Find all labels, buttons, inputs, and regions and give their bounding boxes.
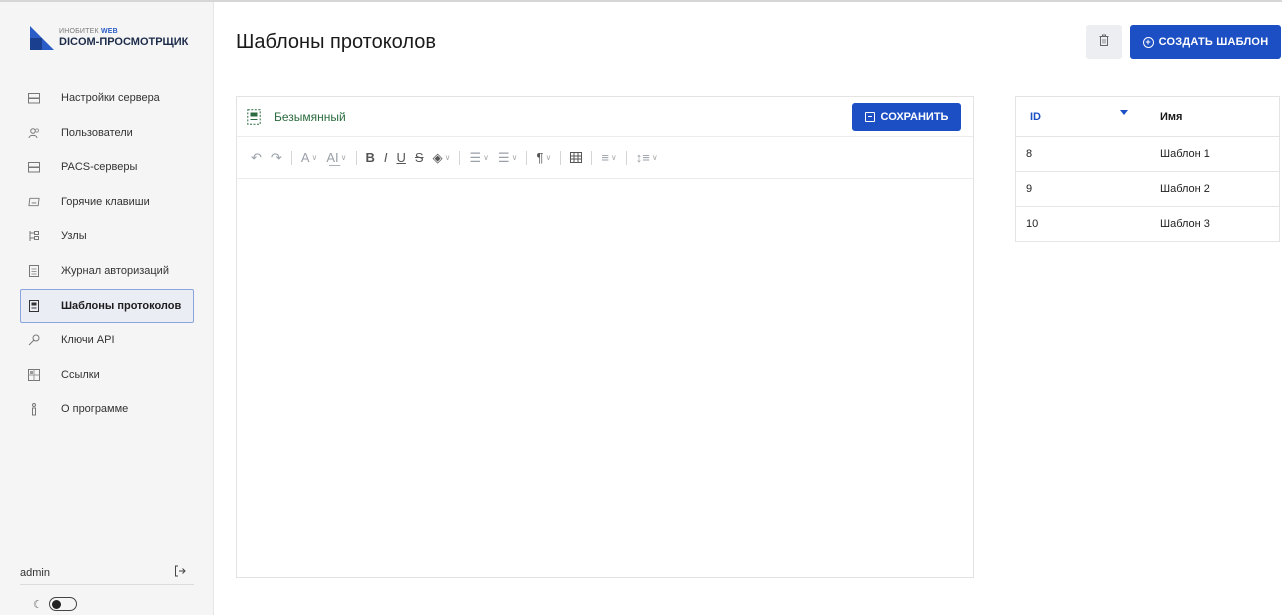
- theme-toggle[interactable]: [48, 597, 77, 611]
- moon-icon: ☾: [33, 598, 43, 611]
- sidebar-item-links[interactable]: Ссылки: [20, 358, 194, 392]
- sidebar-nav: Настройки сервера Пользователи PACS-серв…: [20, 81, 194, 427]
- bold-icon[interactable]: B: [366, 150, 375, 165]
- sidebar-item-label: Горячие клавиши: [61, 195, 150, 208]
- sidebar-item-about[interactable]: О программе: [20, 392, 194, 426]
- save-label: СОХРАНИТЬ: [880, 111, 949, 123]
- toolbar-divider: [459, 150, 461, 165]
- table-row[interactable]: 9 Шаблон 2: [1016, 172, 1279, 207]
- info-icon: [28, 402, 40, 416]
- sidebar-item-label: Журнал авторизаций: [61, 264, 169, 277]
- sidebar-item-label: Ключи API: [61, 334, 115, 347]
- document-icon: [247, 108, 261, 125]
- create-template-label: СОЗДАТЬ ШАБЛОН: [1158, 36, 1269, 48]
- users-icon: [28, 127, 40, 139]
- table-row[interactable]: 10 Шаблон 3: [1016, 207, 1279, 242]
- template-editor: Безымянный СОХРАНИТЬ ↶ ↷ A ∨ A͟I ∨ B I U S…: [236, 96, 974, 578]
- page-title: Шаблоны протоколов: [236, 31, 436, 53]
- server-icon: [28, 92, 40, 104]
- redo-icon[interactable]: ↷: [271, 150, 282, 166]
- sidebar-item-auth-log[interactable]: Журнал авторизаций: [20, 254, 194, 288]
- cell-id: 9: [1026, 183, 1033, 195]
- app-logo[interactable]: ИНОБИТЕК WEB DICOM-ПРОСМОТРЩИК: [30, 22, 188, 54]
- delete-button[interactable]: [1086, 25, 1122, 59]
- server-icon: [28, 161, 40, 173]
- cell-name: Шаблон 1: [1160, 148, 1210, 160]
- sort-desc-icon[interactable]: [1120, 109, 1128, 115]
- toolbar-divider: [625, 150, 627, 165]
- underline-icon[interactable]: U: [397, 150, 406, 165]
- link-icon: [28, 368, 40, 381]
- cell-id: 8: [1026, 148, 1033, 160]
- log-icon: [28, 264, 40, 277]
- toolbar-divider: [290, 150, 292, 165]
- logo-title: DICOM-ПРОСМОТРЩИК: [59, 36, 189, 48]
- column-header-name[interactable]: Имя: [1120, 111, 1182, 123]
- font-family-dropdown[interactable]: A ∨: [301, 150, 318, 165]
- sidebar-item-label: Узлы: [61, 230, 87, 243]
- logo-mark-icon: [30, 26, 54, 50]
- cell-name: Шаблон 3: [1160, 218, 1210, 230]
- sidebar-item-pacs-servers[interactable]: PACS-серверы: [20, 150, 194, 184]
- sidebar-item-label: Ссылки: [61, 368, 100, 381]
- logout-icon[interactable]: [174, 565, 186, 580]
- keyboard-icon: [28, 196, 40, 208]
- plus-circle-icon: +: [1142, 36, 1154, 48]
- sidebar-item-label: Пользователи: [61, 126, 133, 139]
- sidebar-item-label: PACS-серверы: [61, 161, 138, 174]
- sidebar-item-label: Настройки сервера: [61, 92, 160, 104]
- theme-switcher: ☾: [33, 597, 77, 611]
- sidebar-item-server-settings[interactable]: Настройки сервера: [20, 81, 194, 115]
- key-icon: [28, 334, 40, 346]
- templates-table: ID Имя 8 Шаблон 1 9 Шаблон 2 10 Шаблон 3: [1015, 96, 1280, 242]
- sidebar-item-users[interactable]: Пользователи: [20, 116, 194, 150]
- table-icon[interactable]: [570, 152, 583, 163]
- paragraph-icon[interactable]: ¶ ∨: [536, 150, 551, 165]
- column-header-id[interactable]: ID: [1016, 109, 1128, 123]
- sidebar: ИНОБИТЕК WEB DICOM-ПРОСМОТРЩИК Настройки…: [0, 2, 214, 615]
- font-size-dropdown[interactable]: A͟I ∨: [326, 150, 346, 165]
- save-icon: [864, 112, 875, 122]
- template-icon: [28, 299, 40, 312]
- table-header: ID Имя: [1016, 97, 1279, 137]
- align-icon[interactable]: ≡ ∨: [601, 150, 616, 165]
- create-template-button[interactable]: + СОЗДАТЬ ШАБЛОН: [1130, 25, 1281, 59]
- sidebar-item-label: Шаблоны протоколов: [61, 299, 182, 312]
- sidebar-item-hotkeys[interactable]: Горячие клавиши: [20, 185, 194, 219]
- undo-icon[interactable]: ↶: [251, 150, 262, 166]
- toolbar-divider: [526, 150, 528, 165]
- italic-icon[interactable]: I: [384, 150, 388, 165]
- bulleted-list-icon[interactable]: ☰ ∨: [469, 150, 489, 166]
- numbered-list-icon[interactable]: ☰ ∨: [498, 150, 518, 166]
- toolbar-divider: [591, 150, 593, 165]
- line-height-icon[interactable]: ↕≡ ∨: [636, 150, 658, 165]
- toolbar-divider: [355, 150, 357, 165]
- table-row[interactable]: 8 Шаблон 1: [1016, 137, 1279, 172]
- editor-header: Безымянный СОХРАНИТЬ: [237, 97, 973, 137]
- sidebar-item-protocol-templates[interactable]: Шаблоны протоколов: [20, 288, 194, 323]
- sidebar-item-api-keys[interactable]: Ключи API: [20, 323, 194, 357]
- cell-name: Шаблон 2: [1160, 183, 1210, 195]
- template-name[interactable]: Безымянный: [274, 110, 346, 124]
- sidebar-item-label: О программе: [61, 403, 129, 416]
- trash-icon: [1099, 33, 1109, 51]
- logo-subtitle: ИНОБИТЕК WEB: [59, 28, 118, 35]
- strikethrough-icon[interactable]: S: [415, 150, 424, 165]
- cell-id: 10: [1026, 218, 1039, 230]
- username: admin: [20, 566, 50, 579]
- sidebar-item-nodes[interactable]: Узлы: [20, 219, 194, 253]
- save-button[interactable]: СОХРАНИТЬ: [852, 103, 961, 131]
- toolbar-divider: [560, 150, 562, 165]
- user-row: admin: [20, 561, 194, 585]
- nodes-icon: [28, 230, 40, 242]
- editor-content[interactable]: [237, 179, 973, 577]
- editor-toolbar: ↶ ↷ A ∨ A͟I ∨ B I U S ◈ ∨ ☰ ∨ ☰ ∨ ¶ ∨ ≡ ∨ ↕≡ ∨: [237, 137, 973, 179]
- highlight-color-icon[interactable]: ◈ ∨: [433, 150, 451, 166]
